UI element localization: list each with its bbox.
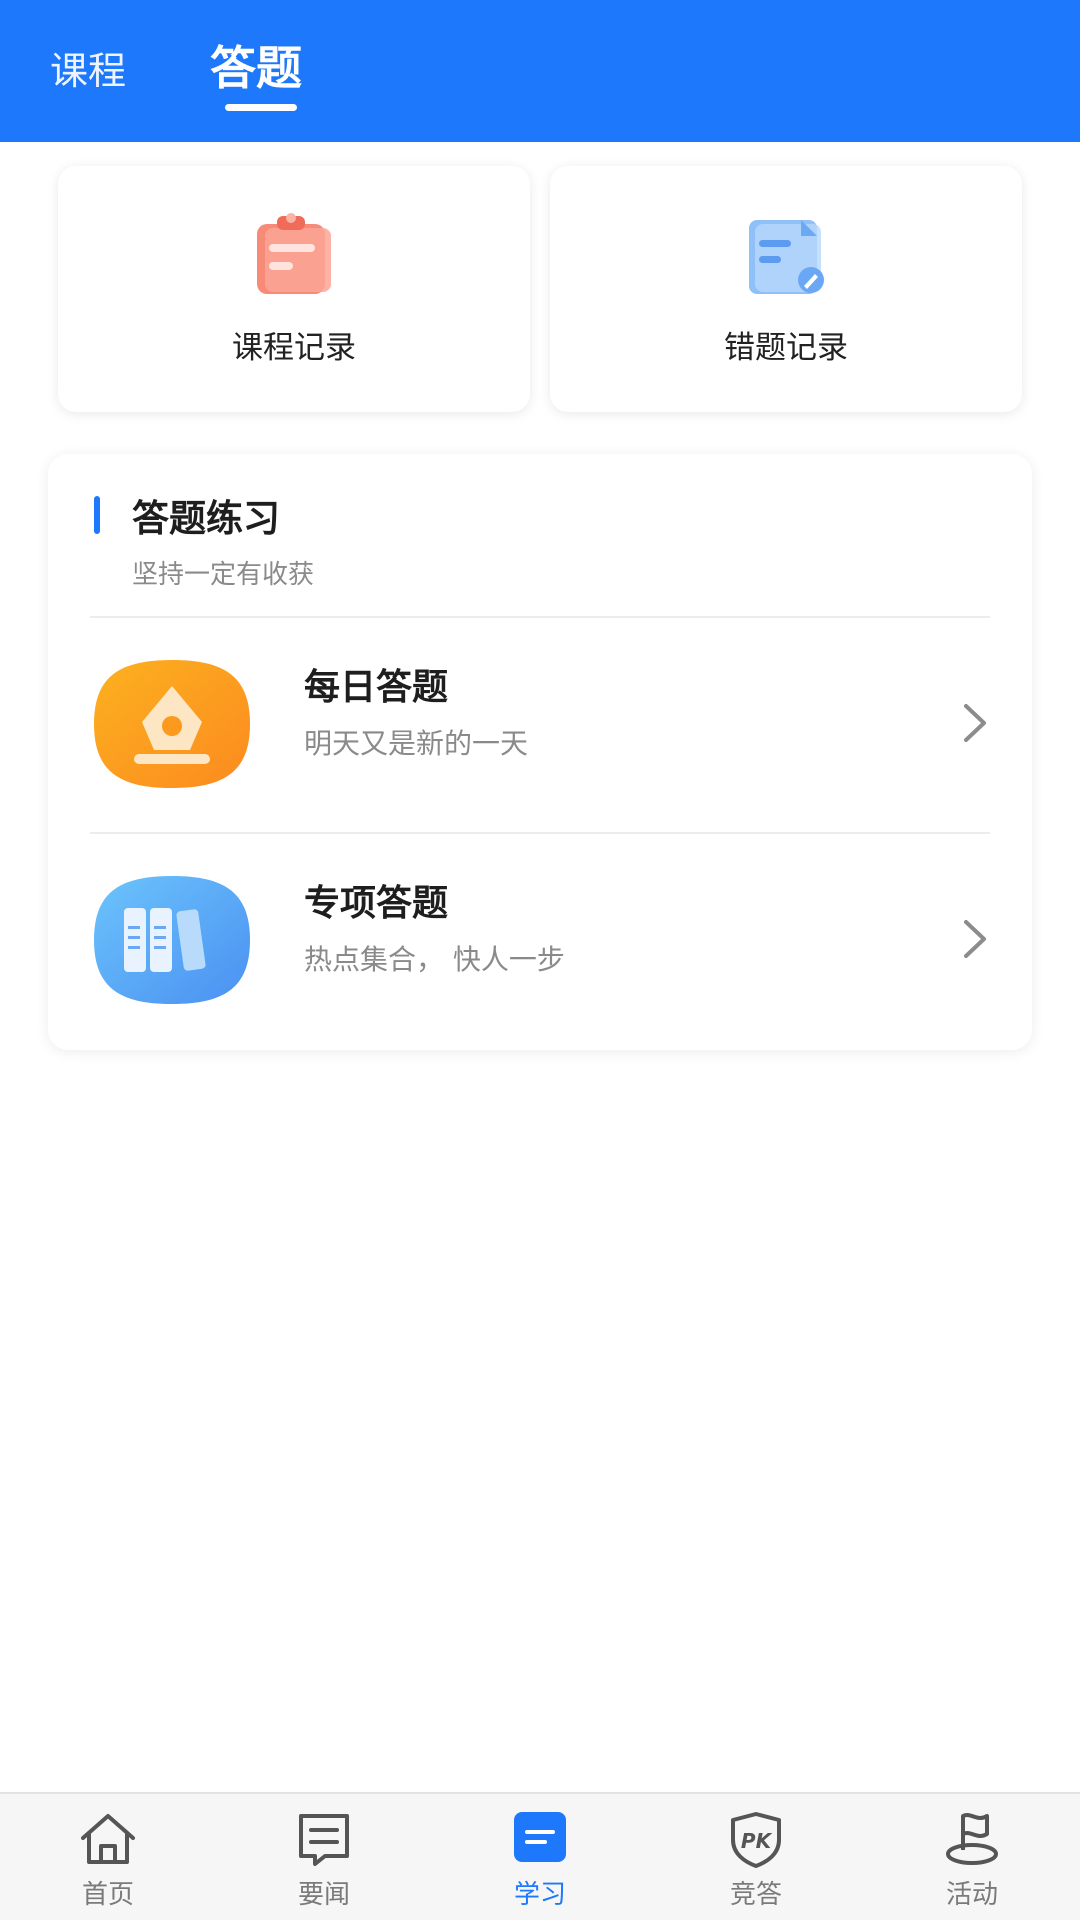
practice-subtitle: 坚持一定有收获 bbox=[132, 560, 315, 590]
home-icon bbox=[81, 1814, 135, 1864]
bottom-nav: 首页 要闻 学习 PK 竞答 活动 bbox=[0, 1792, 1080, 1920]
nav-home[interactable]: 首页 bbox=[0, 1794, 216, 1920]
pk-shield-icon: PK bbox=[731, 1812, 781, 1868]
svg-text:PK: PK bbox=[741, 1829, 773, 1853]
pen-nib-icon bbox=[94, 660, 250, 788]
nav-quiz[interactable]: PK 竞答 bbox=[648, 1794, 864, 1920]
course-record-label: 课程记录 bbox=[232, 330, 356, 366]
news-icon bbox=[299, 1814, 349, 1866]
daily-answer-desc: 明天又是新的一天 bbox=[304, 727, 529, 760]
active-tab-indicator bbox=[225, 104, 297, 111]
study-icon bbox=[514, 1812, 566, 1862]
practice-title: 答题练习 bbox=[132, 497, 280, 540]
nav-news[interactable]: 要闻 bbox=[216, 1794, 432, 1920]
page: 课程 答题 课程记录 错题记录 答题练习 坚持一定有收获 每日答题 明天又是新的… bbox=[0, 0, 1080, 1920]
special-answer-title: 专项答题 bbox=[304, 883, 449, 924]
course-record-card[interactable]: 课程记录 bbox=[58, 166, 530, 412]
wrong-record-card[interactable]: 错题记录 bbox=[550, 166, 1022, 412]
nav-study-label: 学习 bbox=[513, 1880, 566, 1910]
nav-quiz-label: 竞答 bbox=[729, 1880, 782, 1910]
wrong-record-label: 错题记录 bbox=[724, 330, 848, 366]
flag-icon bbox=[946, 1813, 998, 1865]
tab-course[interactable]: 课程 bbox=[50, 40, 126, 95]
chevron-right-icon bbox=[964, 704, 986, 742]
nav-activity-label: 活动 bbox=[945, 1880, 998, 1910]
daily-answer-item[interactable]: 每日答题 明天又是新的一天 bbox=[48, 618, 1032, 828]
books-icon bbox=[94, 876, 250, 1004]
nav-study[interactable]: 学习 bbox=[432, 1794, 648, 1920]
chevron-right-icon bbox=[964, 920, 986, 958]
section-accent-bar bbox=[94, 496, 100, 534]
clipboard-icon bbox=[257, 213, 331, 294]
top-header: 课程 答题 bbox=[0, 0, 1080, 142]
daily-answer-title: 每日答题 bbox=[304, 667, 449, 708]
nav-news-label: 要闻 bbox=[297, 1880, 350, 1910]
special-answer-item[interactable]: 专项答题 热点集合， 快人一步 bbox=[48, 834, 1032, 1044]
nav-home-label: 首页 bbox=[81, 1880, 134, 1910]
special-answer-desc: 热点集合， 快人一步 bbox=[304, 943, 565, 976]
nav-activity[interactable]: 活动 bbox=[864, 1794, 1080, 1920]
document-edit-icon bbox=[749, 220, 824, 294]
practice-card: 答题练习 坚持一定有收获 每日答题 明天又是新的一天 专项答题 热点集合， 快人… bbox=[48, 454, 1032, 1050]
tab-answer[interactable]: 答题 bbox=[210, 32, 302, 98]
